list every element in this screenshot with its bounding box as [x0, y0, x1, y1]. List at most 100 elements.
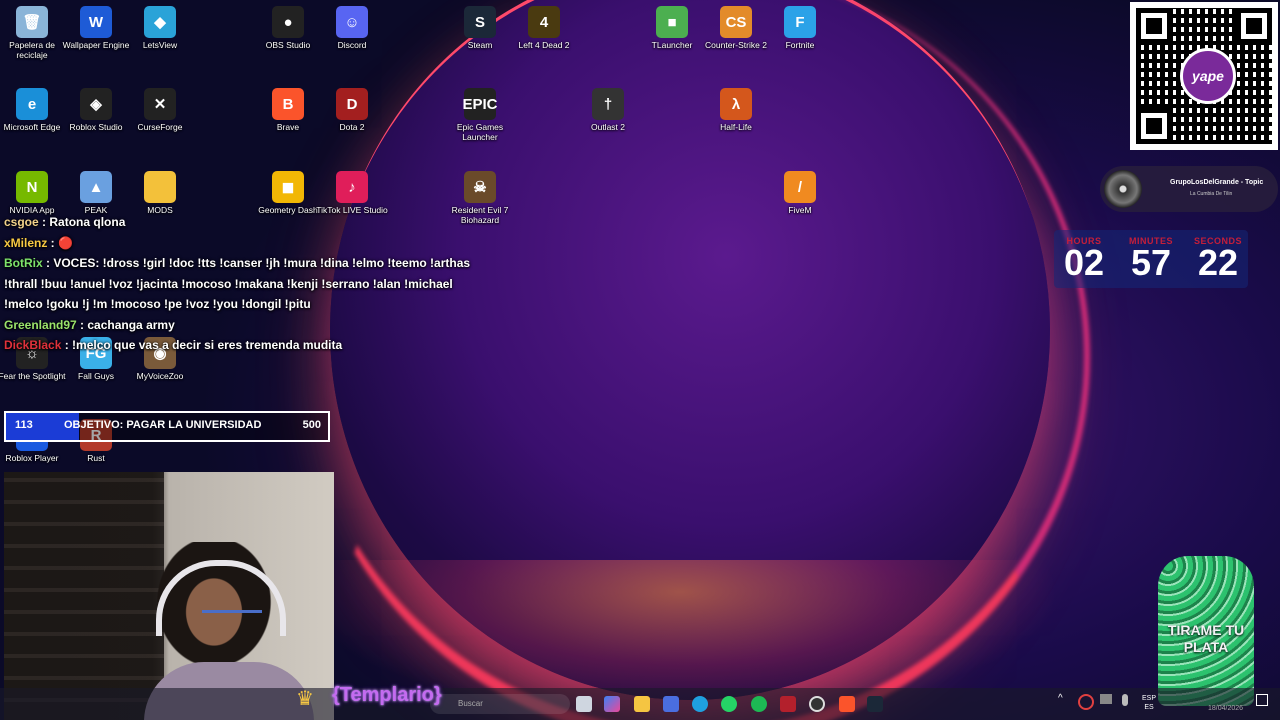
chat-username: csgoe: [4, 215, 39, 229]
desktop-icon[interactable]: ◼ Geometry Dash: [252, 171, 324, 215]
desktop-icon-label: Wallpaper Engine: [62, 40, 130, 50]
network-icon[interactable]: [1100, 694, 1112, 704]
chat-overlay: csgoe : Ratona qlona xMilenz : 🔴 BotRix : …: [4, 212, 484, 356]
app-icon: B: [272, 88, 304, 120]
tray-app-icon[interactable]: [1078, 694, 1094, 710]
microphone-icon[interactable]: [1122, 694, 1128, 706]
tray-overflow-icon[interactable]: ^: [1058, 694, 1063, 704]
desktop-icon[interactable]: † Outlast 2: [572, 88, 644, 132]
app-icon: ♪: [336, 171, 368, 203]
chat-separator: :: [76, 317, 88, 332]
stream-countdown: HOURS 02 MINUTES 57 SECONDS 22: [1054, 230, 1248, 288]
desktop-icon-label: TLauncher: [651, 40, 693, 50]
notifications-icon[interactable]: [1256, 694, 1268, 706]
app-icon: ◈: [80, 88, 112, 120]
dancing-cactus-overlay: TIRAME TU PLATA: [1158, 556, 1254, 706]
desktop-icon[interactable]: D Dota 2: [316, 88, 388, 132]
app-icon: EPIC: [463, 88, 498, 120]
steam-icon[interactable]: [867, 696, 883, 712]
app-icon: †: [592, 88, 624, 120]
desktop-icon-label: CurseForge: [137, 122, 183, 132]
qr-finder: [1136, 108, 1172, 144]
app-icon: ☺: [336, 6, 368, 38]
desktop-icon[interactable]: ♪ TikTok LIVE Studio: [316, 171, 388, 215]
obs-icon[interactable]: [809, 696, 825, 712]
desktop-icon[interactable]: S Steam: [444, 6, 516, 50]
chat-message: BotRix : VOCES: !dross !girl !doc !tts !…: [4, 253, 484, 315]
desktop-icon-label: Outlast 2: [590, 122, 626, 132]
desktop-icon[interactable]: e Microsoft Edge: [0, 88, 68, 132]
desktop-icon[interactable]: MODS: [124, 171, 196, 215]
countdown-seconds: SECONDS 22: [1188, 230, 1248, 281]
chat-text: 🔴: [58, 235, 73, 250]
webcam-feed: [4, 472, 334, 720]
desktop-icon[interactable]: CS Counter-Strike 2: [700, 6, 772, 50]
brave-icon[interactable]: [839, 696, 855, 712]
app-icon: /: [784, 171, 816, 203]
whatsapp-icon[interactable]: [721, 696, 737, 712]
chat-separator: :: [42, 256, 54, 270]
goal-target: 500: [302, 419, 321, 431]
desktop-icon[interactable]: F Fortnite: [764, 6, 836, 50]
desktop-icon-label: Steam: [467, 40, 493, 50]
app-icon: D: [336, 88, 368, 120]
chat-text: !melco que vas a decir si eres tremenda …: [72, 338, 343, 352]
now-playing-title: GrupoLosDelGrande - Topic: [1170, 179, 1264, 186]
app-icon: ▲: [80, 171, 112, 203]
desktop-icon-label: Microsoft Edge: [3, 122, 61, 132]
desktop-icon[interactable]: ■ TLauncher: [636, 6, 708, 50]
desktop-icon[interactable]: B Brave: [252, 88, 324, 132]
desktop-icon-label: Counter-Strike 2: [705, 40, 767, 50]
taskbar-search[interactable]: Buscar: [430, 694, 570, 714]
qr-finder: [1136, 8, 1172, 44]
search-placeholder: Buscar: [458, 699, 483, 708]
edge-icon[interactable]: [692, 696, 708, 712]
now-playing-widget: GrupoLosDelGrande - Topic La Cumbia De T…: [1100, 166, 1278, 212]
copilot-icon[interactable]: [604, 696, 620, 712]
app-icon: 4: [528, 6, 560, 38]
app-icon: ◼: [272, 171, 304, 203]
desktop-icon-label: Rust: [87, 453, 105, 463]
desktop-icon[interactable]: / FiveM: [764, 171, 836, 215]
desktop-icon[interactable]: N NVIDIA App: [0, 171, 68, 215]
taskbar-date[interactable]: 18/04/2026: [1208, 704, 1243, 713]
desktop-icon-label: FiveM: [788, 205, 812, 215]
desktop-icon-label: Left 4 Dead 2: [518, 40, 570, 50]
desktop-icon[interactable]: ◆ LetsView: [124, 6, 196, 50]
goal-title: OBJETIVO: PAGAR LA UNIVERSIDAD: [64, 419, 262, 431]
yape-qr-code: yape: [1130, 2, 1278, 150]
desktop-icon[interactable]: 4 Left 4 Dead 2: [508, 6, 580, 50]
qr-pattern: yape: [1136, 8, 1272, 144]
app-icon: W: [80, 6, 112, 38]
desktop-icon[interactable]: W Wallpaper Engine: [60, 6, 132, 50]
desktop-icon[interactable]: ☺ Discord: [316, 6, 388, 50]
app-icon[interactable]: [780, 696, 796, 712]
file-explorer-icon[interactable]: [634, 696, 650, 712]
language-indicator[interactable]: ESP ES: [1142, 694, 1156, 712]
desktop-icon-label: Roblox Studio: [69, 122, 123, 132]
crown-icon: ♛: [296, 688, 314, 710]
desktop-icon[interactable]: ◈ Roblox Studio: [60, 88, 132, 132]
qr-finder: [1236, 8, 1272, 44]
store-icon[interactable]: [663, 696, 679, 712]
desktop-icon[interactable]: ▲ PEAK: [60, 171, 132, 215]
desktop-icon[interactable]: ✕ CurseForge: [124, 88, 196, 132]
app-icon: e: [16, 88, 48, 120]
desktop-icon-label: Fear the Spotlight: [0, 371, 66, 381]
desktop-icon-label: OBS Studio: [265, 40, 311, 50]
app-icon: [144, 171, 176, 203]
spotify-icon[interactable]: [751, 696, 767, 712]
desktop-icon[interactable]: λ Half-Life: [700, 88, 772, 132]
task-view-icon[interactable]: [576, 696, 592, 712]
desktop-icon-label: Fortnite: [785, 40, 815, 50]
desktop-icon[interactable]: ● OBS Studio: [252, 6, 324, 50]
desktop-icon[interactable]: 🗑 Papelera de reciclaje: [0, 6, 68, 60]
app-icon: ✕: [144, 88, 176, 120]
desktop-icon-label: MyVoiceZoo: [136, 371, 184, 381]
vinyl-disc-icon: [1104, 170, 1142, 208]
desktop-icon[interactable]: EPIC Epic Games Launcher: [444, 88, 516, 142]
desktop-icon-label: Papelera de reciclaje: [9, 40, 55, 60]
app-icon: CS: [720, 6, 752, 38]
now-playing-subtitle: La Cumbia De Tilin: [1190, 191, 1233, 197]
app-icon: 🗑: [16, 6, 48, 38]
